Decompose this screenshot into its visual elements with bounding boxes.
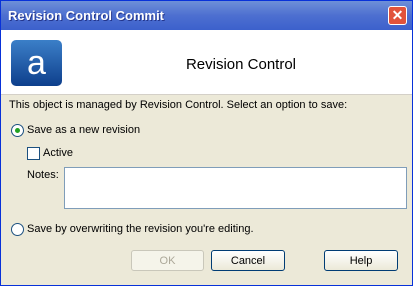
header-title: Revision Control (185, 56, 297, 73)
save-new-revision-radio[interactable] (11, 124, 24, 137)
window-title: Revision Control Commit (8, 8, 165, 23)
overwrite-revision-label[interactable]: Save by overwriting the revision you're … (27, 223, 254, 235)
intro-text: This object is managed by Revision Contr… (9, 99, 348, 111)
notes-label: Notes: (27, 169, 59, 181)
save-new-revision-label[interactable]: Save as a new revision (27, 124, 140, 136)
header-panel: a Revision Control (1, 30, 412, 95)
title-bar[interactable]: Revision Control Commit ✕ (1, 1, 412, 30)
help-button[interactable]: Help (324, 250, 398, 271)
notes-textarea[interactable] (64, 167, 407, 209)
app-logo-icon: a (11, 40, 62, 86)
cancel-button[interactable]: Cancel (211, 250, 285, 271)
close-icon[interactable]: ✕ (388, 6, 407, 25)
active-checkbox[interactable] (27, 147, 40, 160)
dialog-window: Revision Control Commit ✕ a Revision Con… (0, 0, 413, 286)
ok-button[interactable]: OK (131, 250, 204, 271)
active-label[interactable]: Active (43, 147, 73, 159)
overwrite-revision-radio[interactable] (11, 223, 24, 236)
